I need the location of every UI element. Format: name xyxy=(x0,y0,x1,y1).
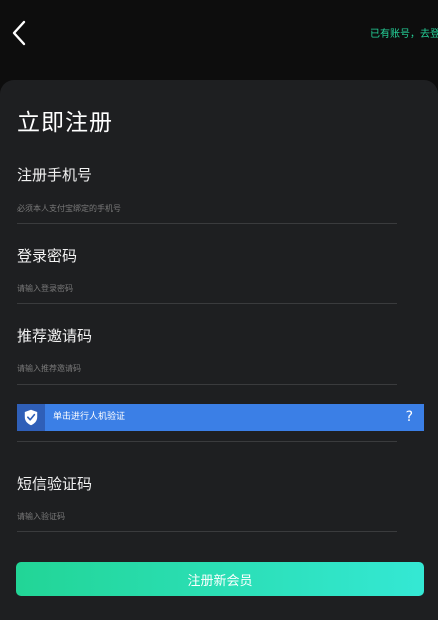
page-title: 立即注册 xyxy=(17,110,113,136)
back-button[interactable] xyxy=(8,18,32,48)
captcha-help-icon[interactable]: ? xyxy=(406,408,413,426)
register-button[interactable]: 注册新会员 xyxy=(16,562,424,596)
invite-code-divider xyxy=(17,384,397,385)
password-divider xyxy=(17,303,397,304)
captcha-label: 单击进行人机验证 xyxy=(53,412,126,422)
captcha-divider xyxy=(17,441,397,442)
sms-code-divider xyxy=(17,531,397,532)
captcha-icon-box xyxy=(17,404,45,431)
phone-input[interactable] xyxy=(17,198,395,218)
sms-code-input[interactable] xyxy=(17,506,395,526)
top-bar: 已有账号，去登录 xyxy=(0,0,438,80)
shield-check-icon xyxy=(24,409,38,426)
phone-label: 注册手机号 xyxy=(17,166,93,184)
invite-code-label: 推荐邀请码 xyxy=(17,327,93,345)
register-card xyxy=(0,80,438,620)
captcha-button[interactable]: 单击进行人机验证 ? xyxy=(17,404,424,431)
phone-divider xyxy=(17,223,397,224)
sms-code-label: 短信验证码 xyxy=(17,475,93,493)
password-input[interactable] xyxy=(17,278,395,298)
chevron-left-icon xyxy=(12,20,26,46)
invite-code-input[interactable] xyxy=(17,358,395,378)
password-label: 登录密码 xyxy=(17,247,78,265)
go-login-link[interactable]: 已有账号，去登录 xyxy=(370,28,438,42)
